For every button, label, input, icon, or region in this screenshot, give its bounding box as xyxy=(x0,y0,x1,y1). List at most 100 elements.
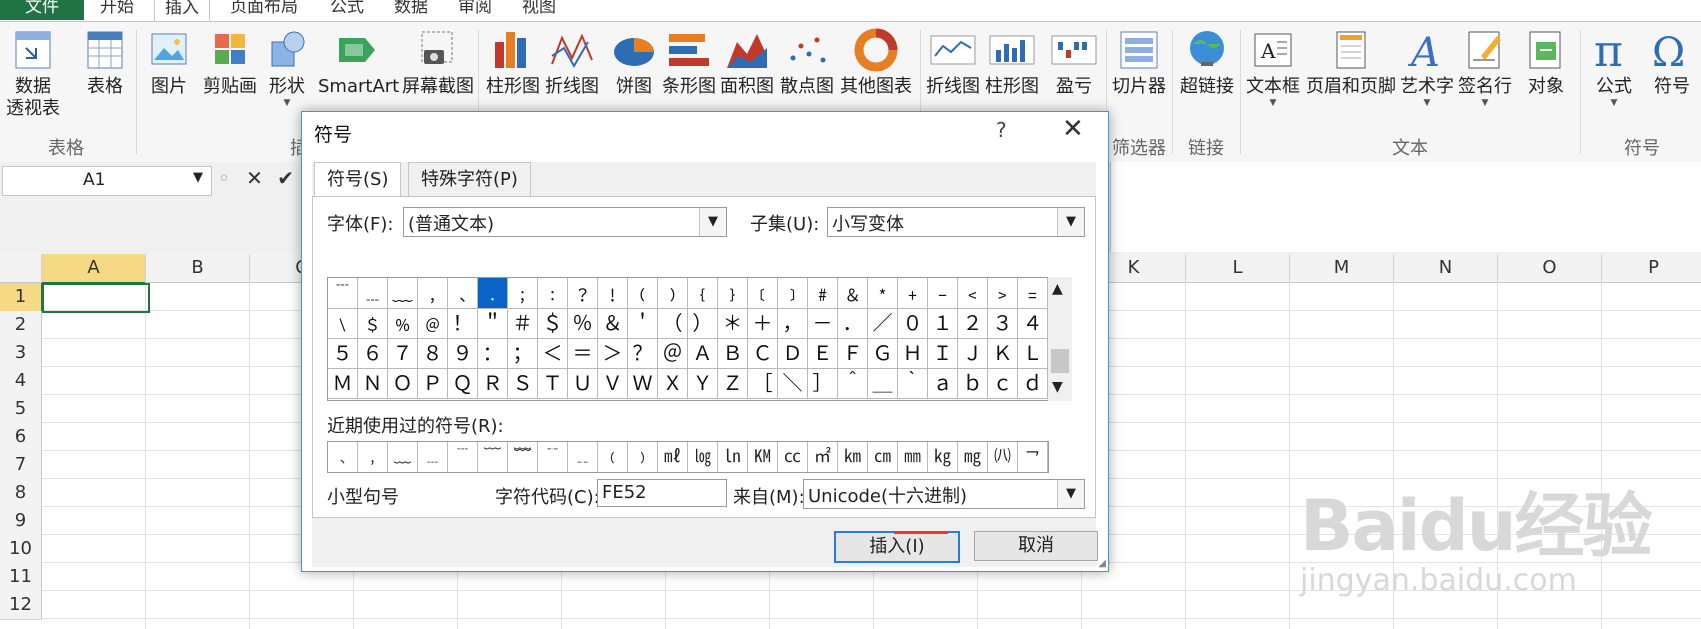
symbol-button[interactable]: Ω 符号 xyxy=(1650,28,1694,98)
symbol-cell[interactable]: ＿ xyxy=(868,368,898,399)
tab-data[interactable]: 数据 xyxy=(394,0,428,20)
header-footer-button[interactable]: 页眉和页脚 xyxy=(1306,28,1396,98)
recent-symbol-cell[interactable]: ﹊ xyxy=(538,442,568,472)
row-header[interactable]: 4 xyxy=(0,367,42,396)
recent-symbol-cell[interactable]: ㎎ xyxy=(958,442,988,472)
symbol-cell[interactable]: ﹐ xyxy=(418,278,448,309)
symbol-cell[interactable]: ﹡ xyxy=(868,278,898,309)
symbol-cell[interactable]: ＜ xyxy=(538,338,568,369)
slicer-button[interactable]: 切片器 xyxy=(1112,28,1166,98)
symbol-cell[interactable]: ＋ xyxy=(748,308,778,339)
symbol-cell[interactable]: ﹗ xyxy=(598,278,628,309)
symbol-cell[interactable]: ＠ xyxy=(658,338,688,369)
recent-symbol-cell[interactable]: ﹍ xyxy=(418,442,448,472)
tab-home[interactable]: 开始 xyxy=(100,0,134,20)
symbol-cell[interactable]: ＆ xyxy=(598,308,628,339)
scroll-up-icon[interactable]: ▲ xyxy=(1052,281,1063,297)
symbol-cell[interactable]: ﹣ xyxy=(928,278,958,309)
sparkline-column-button[interactable]: 柱形图 xyxy=(985,28,1039,98)
symbol-cell[interactable]: ﹤ xyxy=(958,278,988,309)
line-chart-button[interactable]: 折线图 xyxy=(545,28,599,98)
object-button[interactable]: 对象 xyxy=(1522,28,1570,98)
symbol-cell[interactable]: Ｊ xyxy=(958,338,988,369)
recent-symbol-cell[interactable]: ㏎ xyxy=(748,442,778,472)
row-header[interactable]: 1 xyxy=(0,283,43,312)
recent-symbol-cell[interactable]: ㈧ xyxy=(988,442,1018,472)
symbol-cell[interactable]: ９ xyxy=(448,338,478,369)
symbol-cell[interactable]: ﹩ xyxy=(358,308,388,339)
row-header[interactable]: 12 xyxy=(0,591,42,620)
symbol-cell[interactable]: ａ xyxy=(928,368,958,399)
symbol-cell[interactable]: ！ xyxy=(448,308,478,339)
signature-line-button[interactable]: 签名行 ▼ xyxy=(1458,28,1512,108)
symbol-cell[interactable]: ﹖ xyxy=(568,278,598,309)
symbol-cell[interactable]: ﹨ xyxy=(328,308,358,339)
tab-file[interactable]: 文件 xyxy=(0,0,84,20)
symbol-cell[interactable]: Ｓ xyxy=(508,368,538,399)
symbol-cell[interactable]: Ｅ xyxy=(808,338,838,369)
symbol-cell[interactable]: ﹦ xyxy=(1018,278,1048,309)
recent-symbol-cell[interactable]: ㎜ xyxy=(898,442,928,472)
tab-special-characters[interactable]: 特殊字符(P) xyxy=(408,162,531,197)
symbol-cell[interactable]: ／ xyxy=(868,308,898,339)
symbol-cell[interactable]: ： xyxy=(478,338,508,369)
recent-symbol-cell[interactable]: ㏒ xyxy=(688,442,718,472)
wordart-button[interactable]: A 艺术字 ▼ xyxy=(1400,28,1454,108)
symbol-cell[interactable]: ． xyxy=(838,308,868,339)
symbol-cell[interactable]: Ｘ xyxy=(658,368,688,399)
symbol-cell[interactable]: Ｐ xyxy=(418,368,448,399)
symbol-cell[interactable]: （ xyxy=(658,308,688,339)
symbol-cell[interactable]: Ｈ xyxy=(898,338,928,369)
symbol-cell[interactable]: Ｗ xyxy=(628,368,658,399)
shapes-button[interactable]: 形状 ▼ xyxy=(266,28,308,108)
symbol-cell[interactable]: ﹞ xyxy=(778,278,808,309)
recent-symbol-cell[interactable]: ﹎ xyxy=(568,442,598,472)
cancel-button[interactable]: 取消 xyxy=(974,531,1098,561)
symbol-cell[interactable]: Ｙ xyxy=(688,368,718,399)
table-button[interactable]: 表格 xyxy=(84,28,126,98)
symbol-cell[interactable]: ８ xyxy=(418,338,448,369)
cancel-formula-icon[interactable]: ✕ xyxy=(246,166,263,190)
symbol-cell[interactable]: Ｏ xyxy=(388,368,418,399)
symbol-cell[interactable]: ０ xyxy=(898,308,928,339)
area-chart-button[interactable]: 面积图 xyxy=(720,28,774,98)
symbol-cell[interactable]: ４ xyxy=(1018,308,1048,339)
symbol-cell[interactable]: Ｇ xyxy=(868,338,898,369)
row-header[interactable]: 6 xyxy=(0,423,42,452)
symbol-cell[interactable]: Ｚ xyxy=(718,368,748,399)
recent-symbol-cell[interactable]: ㎡ xyxy=(808,442,838,472)
symbol-cell[interactable]: ？ xyxy=(628,338,658,369)
symbol-cell[interactable]: ﹥ xyxy=(988,278,1018,309)
select-all-corner[interactable] xyxy=(0,254,42,283)
chevron-down-icon[interactable]: ▼ xyxy=(699,208,726,236)
symbol-cell[interactable]: ﹫ xyxy=(418,308,448,339)
symbol-cell[interactable]: ＄ xyxy=(538,308,568,339)
symbol-cell[interactable]: ﹉ xyxy=(328,278,358,309)
symbol-cell[interactable]: Ｃ xyxy=(748,338,778,369)
symbol-cell[interactable]: ＂ xyxy=(478,308,508,339)
symbol-cell[interactable]: ﹕ xyxy=(538,278,568,309)
name-box[interactable]: A1 ▼ xyxy=(2,166,212,196)
recent-symbol-cell[interactable]: ﹐ xyxy=(358,442,388,472)
symbol-cell[interactable]: Ｍ xyxy=(328,368,358,399)
bar-chart-button[interactable]: 条形图 xyxy=(662,28,716,98)
symbol-cell[interactable]: ﹠ xyxy=(838,278,868,309)
recent-symbol-cell[interactable]: ﹌ xyxy=(508,442,538,472)
symbol-cell[interactable]: ＊ xyxy=(718,308,748,339)
symbol-cell[interactable]: Ｋ xyxy=(988,338,1018,369)
column-header[interactable]: B xyxy=(146,254,250,283)
chevron-down-icon[interactable]: ▼ xyxy=(1057,208,1084,236)
recent-symbol-cell[interactable]: ㎏ xyxy=(928,442,958,472)
subset-select[interactable]: 小写变体 ▼ xyxy=(827,207,1085,237)
symbol-cell[interactable]: ＃ xyxy=(508,308,538,339)
symbol-cell[interactable]: ＞ xyxy=(598,338,628,369)
row-header[interactable]: 7 xyxy=(0,451,42,480)
tab-insert[interactable]: 插入 xyxy=(154,0,210,21)
tab-symbols[interactable]: 符号(S) xyxy=(314,162,402,197)
recent-symbol-cell[interactable]: ㏑ xyxy=(718,442,748,472)
screenshot-button[interactable]: 屏幕截图 xyxy=(402,28,474,98)
column-header[interactable]: A xyxy=(42,254,146,284)
symbol-cell[interactable]: ＼ xyxy=(778,368,808,399)
symbol-cell[interactable]: ｄ xyxy=(1018,368,1048,399)
sparkline-line-button[interactable]: 折线图 xyxy=(926,28,980,98)
